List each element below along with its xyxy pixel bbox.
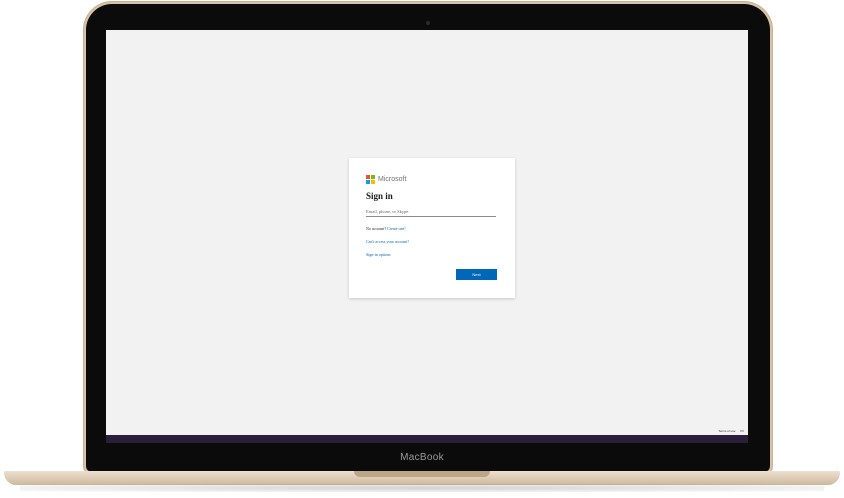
privacy-link[interactable]: Pri xyxy=(740,429,744,433)
base-shadow xyxy=(20,484,824,492)
microsoft-logo: Microsoft xyxy=(366,175,406,184)
base-notch xyxy=(354,471,490,477)
terms-link[interactable]: Terms of use xyxy=(718,429,735,433)
cant-access-link[interactable]: Can't access your account? xyxy=(366,239,409,244)
camera-icon xyxy=(426,21,430,25)
microsoft-logo-icon xyxy=(366,175,375,184)
page-title: Sign in xyxy=(366,191,393,201)
create-account-link[interactable]: Create one! xyxy=(387,226,406,231)
email-field[interactable] xyxy=(366,206,496,217)
no-account-row: No account? Create one! xyxy=(366,226,406,231)
screen-footer-bar xyxy=(106,435,748,443)
screen: Microsoft Sign in No account? Create one… xyxy=(106,30,748,443)
laptop-base xyxy=(4,471,840,485)
device-brand-label: MacBook xyxy=(400,452,444,463)
footer-links: Terms of use Pri xyxy=(714,429,744,433)
brand-name: Microsoft xyxy=(378,176,407,183)
next-button[interactable]: Next xyxy=(456,269,497,280)
signin-card: Microsoft Sign in No account? Create one… xyxy=(349,158,515,298)
signin-options-link[interactable]: Sign-in options xyxy=(366,252,391,257)
no-account-label: No account? xyxy=(366,226,387,231)
laptop-lid: Microsoft Sign in No account? Create one… xyxy=(86,4,770,472)
